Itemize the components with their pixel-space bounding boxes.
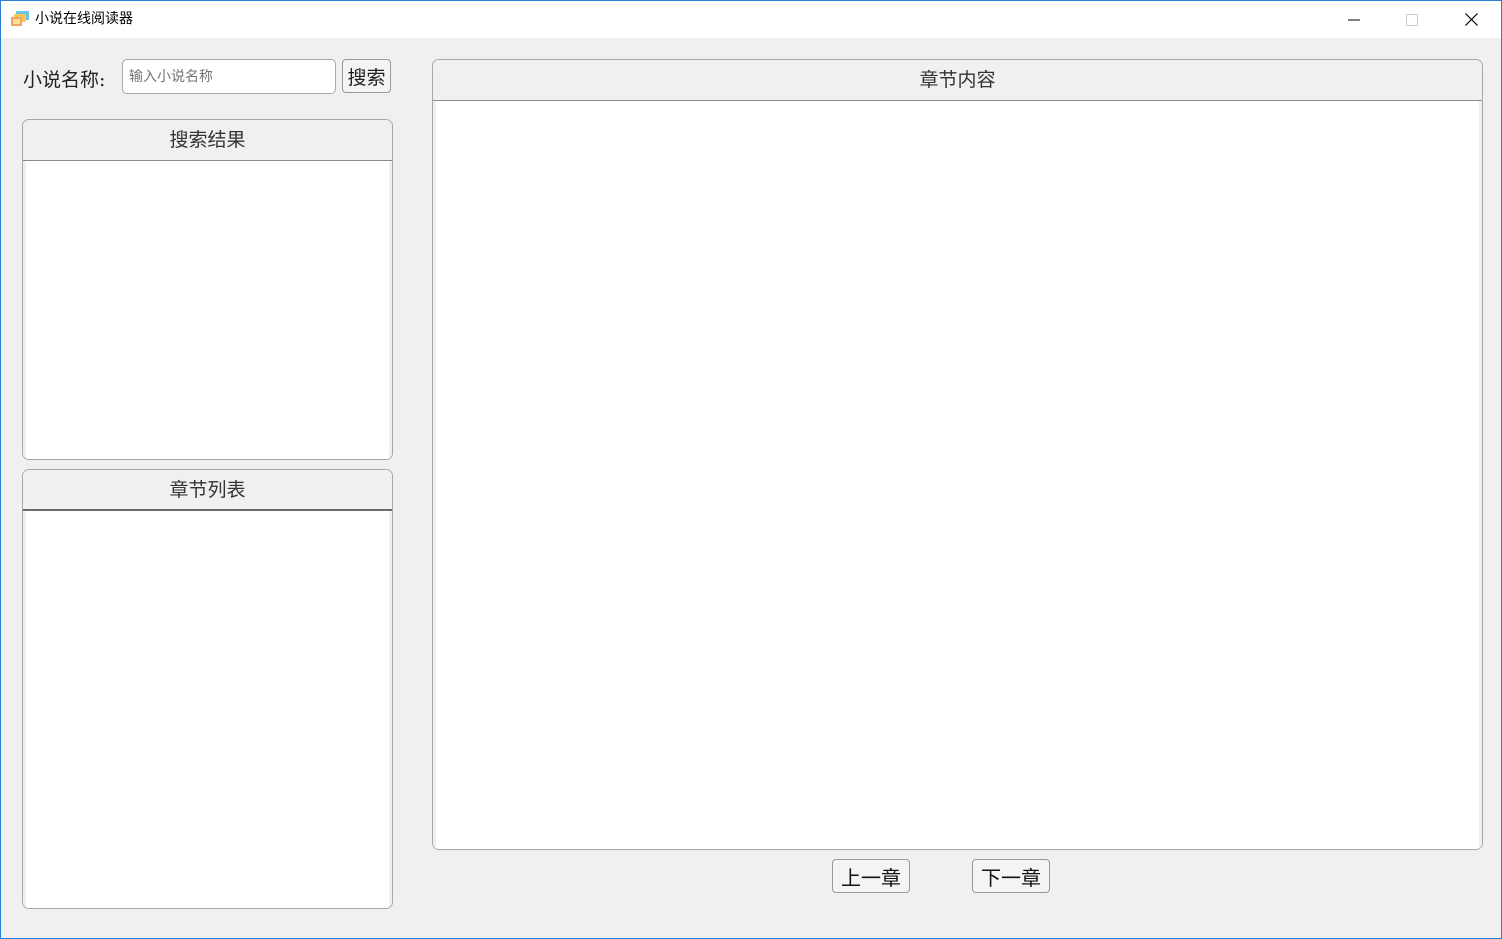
chapter-content-text[interactable] xyxy=(433,101,1482,849)
title-bar[interactable]: 小说在线阅读器 xyxy=(1,1,1501,38)
close-icon xyxy=(1464,13,1478,26)
close-button[interactable] xyxy=(1442,1,1500,38)
search-results-list[interactable] xyxy=(23,161,392,459)
app-icon xyxy=(11,11,29,26)
next-chapter-button[interactable]: 下一章 xyxy=(972,859,1050,893)
chapter-list-panel: 章节列表 xyxy=(22,469,393,909)
novel-name-label: 小说名称: xyxy=(23,69,106,91)
chapter-content-panel: 章节内容 xyxy=(432,59,1483,850)
search-results-header: 搜索结果 xyxy=(23,120,392,161)
chapter-list-header: 章节列表 xyxy=(23,470,392,511)
maximize-button[interactable] xyxy=(1383,1,1441,38)
prev-chapter-button[interactable]: 上一章 xyxy=(832,859,910,893)
search-results-panel: 搜索结果 xyxy=(22,119,393,460)
maximize-icon xyxy=(1406,13,1418,26)
chapter-content-header: 章节内容 xyxy=(433,60,1482,101)
novel-name-input[interactable] xyxy=(122,59,336,94)
app-window: 小说在线阅读器 小说名称: 搜索 搜索结果 章节列表 章节内容 xyxy=(0,0,1502,939)
minimize-icon xyxy=(1348,19,1360,20)
window-title: 小说在线阅读器 xyxy=(35,11,133,27)
chapter-list[interactable] xyxy=(23,511,392,908)
search-button[interactable]: 搜索 xyxy=(342,59,391,93)
minimize-button[interactable] xyxy=(1325,1,1383,38)
